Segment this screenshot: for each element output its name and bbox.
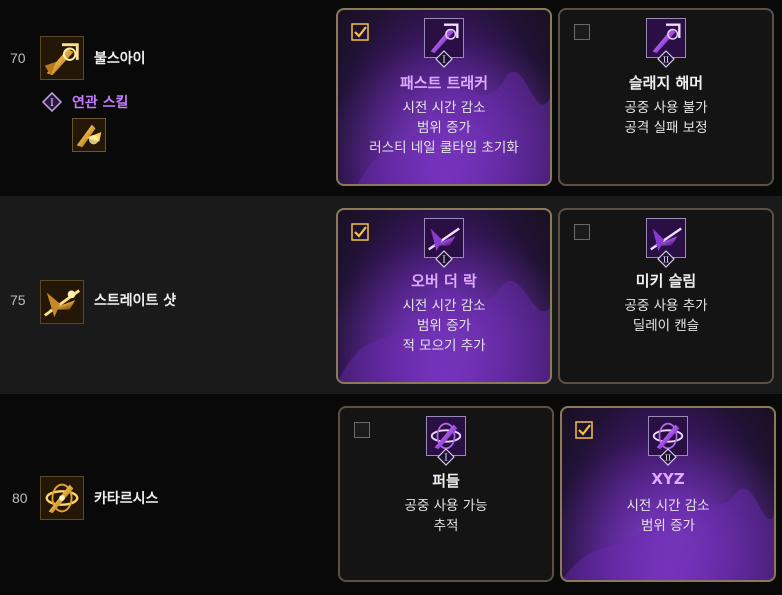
option-effect: 범위 증가 bbox=[417, 318, 471, 334]
skill-name: 스트레이트 샷 bbox=[94, 293, 177, 309]
skill-name: 불스아이 bbox=[94, 51, 146, 67]
option-effect: 공격 실패 보정 bbox=[624, 120, 708, 136]
option-checkbox[interactable] bbox=[354, 422, 370, 438]
option-card-mickey-slim[interactable]: II 미키 슬림 공중 사용 추가 딜레이 캔슬 bbox=[558, 208, 774, 384]
skill-row-70: 70 불스아이 I 연관 스킬 I 패스트 트래커 시전 시간 감소 범위 증가… bbox=[0, 0, 782, 196]
roman-numeral-badge-icon: I bbox=[435, 250, 453, 268]
svg-text:II: II bbox=[665, 454, 671, 463]
skill-row-75: 75 스트레이트 샷 I 오버 더 락 시전 시간 감소 범위 증가 적 모으기… bbox=[0, 196, 782, 394]
svg-text:II: II bbox=[663, 256, 669, 265]
option-checkbox[interactable] bbox=[575, 421, 593, 439]
checkmark-icon bbox=[351, 23, 369, 41]
svg-text:I: I bbox=[50, 98, 54, 109]
option-title: 미키 슬림 bbox=[635, 272, 697, 290]
option-checkbox[interactable] bbox=[574, 224, 590, 240]
roman-numeral-badge-icon: II bbox=[659, 448, 677, 466]
option-effect: 러스티 네일 쿨타임 초기화 bbox=[369, 140, 519, 156]
option-effect: 공중 사용 가능 bbox=[404, 498, 488, 514]
roman-numeral-badge-icon: II bbox=[657, 250, 675, 268]
roman-numeral-badge-icon: I bbox=[435, 50, 453, 68]
option-effect: 적 모으기 추가 bbox=[402, 338, 486, 354]
svg-text:II: II bbox=[663, 56, 669, 65]
option-title: 패스트 트래커 bbox=[399, 74, 489, 92]
roman-numeral-badge-icon: I bbox=[437, 448, 455, 466]
option-card-sledge-hammer[interactable]: II 슬래지 해머 공중 사용 불가 공격 실패 보정 bbox=[558, 8, 774, 186]
skill-level: 70 bbox=[10, 50, 26, 66]
bullseye-skill-icon[interactable] bbox=[40, 36, 84, 80]
option-effect: 딜레이 캔슬 bbox=[632, 318, 700, 334]
skill-row-80: 80 카타르시스 I 퍼들 공중 사용 가능 추적 II XYZ 시전 시간 감… bbox=[0, 394, 782, 595]
related-skill-label: 연관 스킬 bbox=[72, 95, 129, 111]
option-card-xyz[interactable]: II XYZ 시전 시간 감소 범위 증가 bbox=[560, 406, 776, 582]
option-effect: 시전 시간 감소 bbox=[402, 100, 486, 116]
option-effect: 범위 증가 bbox=[417, 120, 471, 136]
option-effect: 추적 bbox=[433, 518, 459, 534]
related-skill-icon[interactable] bbox=[72, 118, 106, 152]
catharsis-skill-icon[interactable] bbox=[40, 476, 84, 520]
skill-level: 80 bbox=[12, 490, 28, 506]
option-title: 슬래지 해머 bbox=[628, 74, 704, 92]
skill-name: 카타르시스 bbox=[94, 491, 159, 507]
skill-level: 75 bbox=[10, 292, 26, 308]
option-effect: 시전 시간 감소 bbox=[626, 498, 710, 514]
option-title: 퍼들 bbox=[432, 472, 460, 490]
roman-numeral-badge-icon: II bbox=[657, 50, 675, 68]
svg-text:I: I bbox=[442, 256, 446, 266]
option-effect: 공중 사용 불가 bbox=[624, 100, 708, 116]
option-effect: 시전 시간 감소 bbox=[402, 298, 486, 314]
option-effect: 공중 사용 추가 bbox=[624, 298, 708, 314]
svg-text:I: I bbox=[444, 454, 448, 464]
option-card-over-the-rock[interactable]: I 오버 더 락 시전 시간 감소 범위 증가 적 모으기 추가 bbox=[336, 208, 552, 384]
checkmark-icon bbox=[575, 421, 593, 439]
option-checkbox[interactable] bbox=[574, 24, 590, 40]
option-card-puddle[interactable]: I 퍼들 공중 사용 가능 추적 bbox=[338, 406, 554, 582]
roman-numeral-badge-icon: I bbox=[42, 92, 62, 112]
option-effect: 범위 증가 bbox=[641, 518, 695, 534]
option-title: 오버 더 락 bbox=[411, 272, 477, 290]
straight-shot-skill-icon[interactable] bbox=[40, 280, 84, 324]
checkmark-icon bbox=[351, 223, 369, 241]
option-title: XYZ bbox=[651, 470, 685, 488]
option-card-fast-tracker[interactable]: I 패스트 트래커 시전 시간 감소 범위 증가 러스티 네일 쿨타임 초기화 bbox=[336, 8, 552, 186]
option-checkbox[interactable] bbox=[351, 223, 369, 241]
option-checkbox[interactable] bbox=[351, 23, 369, 41]
svg-text:I: I bbox=[442, 56, 446, 66]
